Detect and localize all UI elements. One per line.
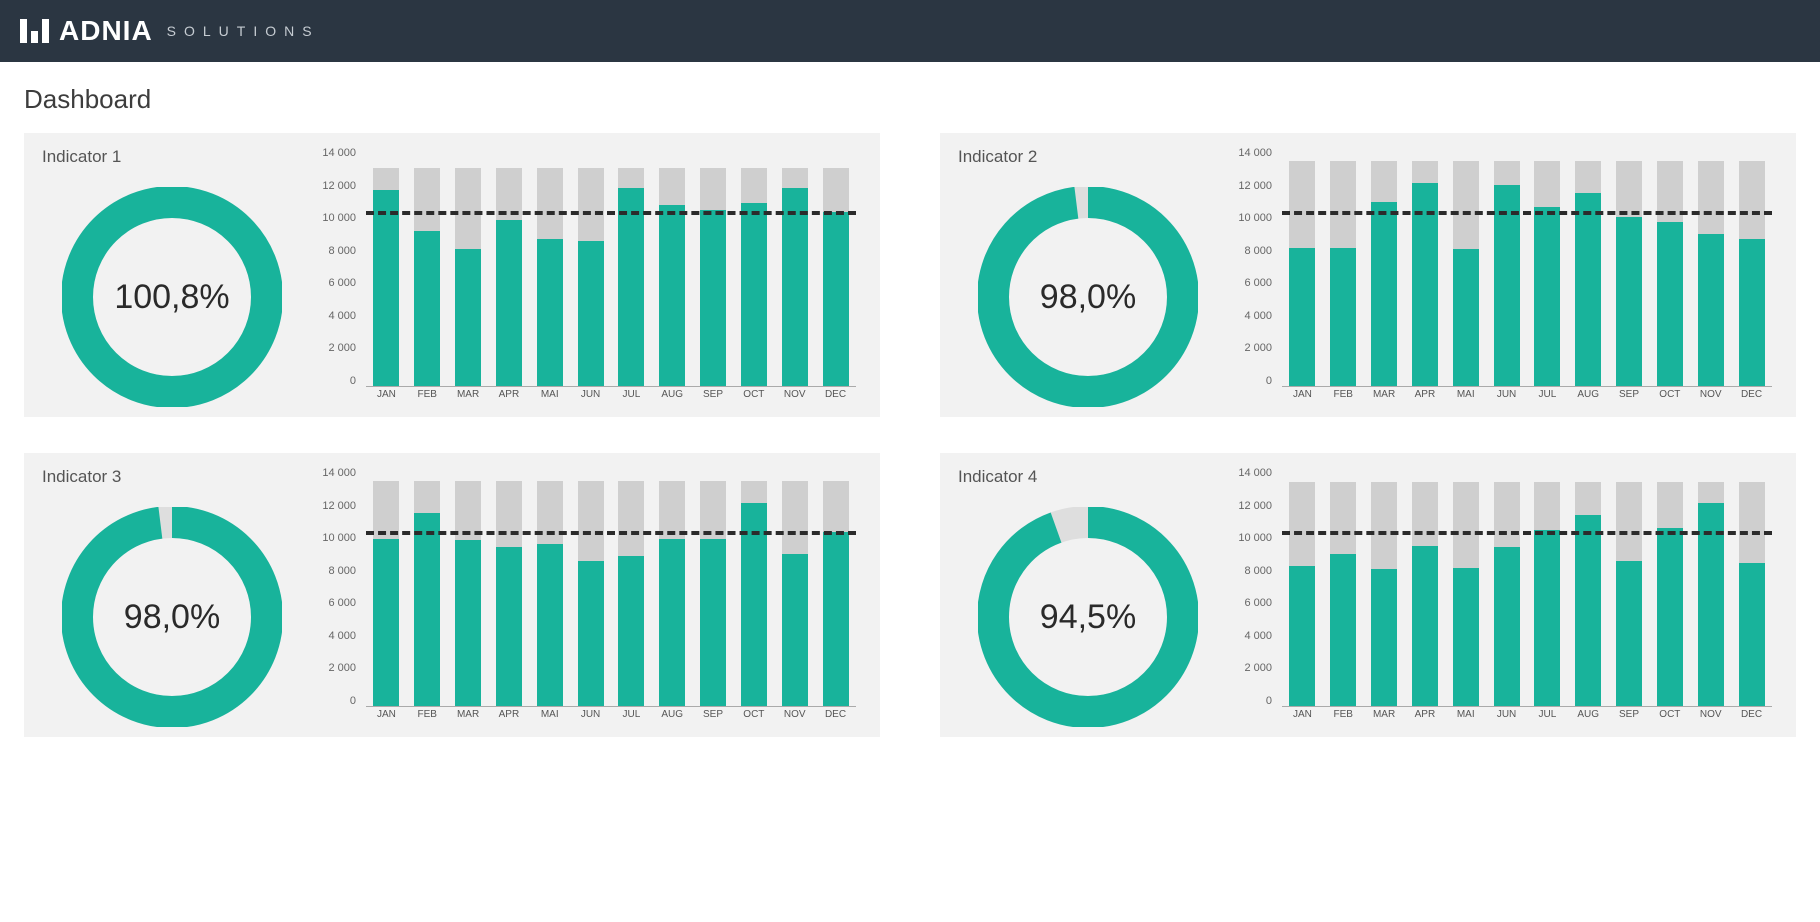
y-tick: 12 000 xyxy=(312,500,356,512)
donut-chart: 100,8% xyxy=(62,187,282,407)
y-tick: 6 000 xyxy=(312,277,356,289)
y-tick: 6 000 xyxy=(1228,597,1272,609)
donut-value: 100,8% xyxy=(62,187,282,407)
donut-value: 94,5% xyxy=(978,507,1198,727)
donut-chart: 94,5% xyxy=(978,507,1198,727)
donut-chart: 98,0% xyxy=(62,507,282,727)
app-header: ADNIA SOLUTIONS xyxy=(0,0,1820,62)
brand-sub: SOLUTIONS xyxy=(167,23,320,39)
indicator-card: Indicator 3 98,0% 14 000 12 000 10 000 8 000… xyxy=(24,453,880,737)
y-tick: 4 000 xyxy=(312,630,356,642)
bar-chart: 14 00012 00010 0008 0006 0004 0002 0000J… xyxy=(1228,147,1778,407)
donut-value: 98,0% xyxy=(62,507,282,727)
y-tick: 10 000 xyxy=(1228,212,1272,224)
indicator-title: Indicator 1 xyxy=(42,147,302,167)
y-tick: 8 000 xyxy=(1228,565,1272,577)
y-tick: 6 000 xyxy=(1228,277,1272,289)
y-tick: 2 000 xyxy=(312,342,356,354)
y-tick: 0 xyxy=(312,375,356,387)
y-axis-labels: 14 000 12 000 10 000 8 000 6 000 4 000 2 000 0 xyxy=(1228,147,1278,387)
y-tick: 14 000 xyxy=(1228,147,1272,159)
dashboard-grid: Indicator 1 100,8% 14 000 12 000 10 000 8 00… xyxy=(24,133,1796,737)
y-tick: 0 xyxy=(1228,695,1272,707)
indicator-title: Indicator 4 xyxy=(958,467,1218,487)
y-tick: 14 000 xyxy=(1228,467,1272,479)
y-tick: 4 000 xyxy=(312,310,356,322)
y-tick: 14 000 xyxy=(312,467,356,479)
y-axis-labels: 14 000 12 000 10 000 8 000 6 000 4 000 2 000 0 xyxy=(1228,467,1278,707)
donut-chart: 98,0% xyxy=(978,187,1198,407)
indicator-title: Indicator 3 xyxy=(42,467,302,487)
y-axis-labels: 14 000 12 000 10 000 8 000 6 000 4 000 2 000 0 xyxy=(312,147,362,387)
y-tick: 4 000 xyxy=(1228,630,1272,642)
y-tick: 0 xyxy=(312,695,356,707)
indicator-card: Indicator 4 94,5% 14 000 12 000 10 000 8 000… xyxy=(940,453,1796,737)
donut-panel: Indicator 2 98,0% xyxy=(958,147,1218,407)
y-axis-labels: 14 000 12 000 10 000 8 000 6 000 4 000 2 000 0 xyxy=(312,467,362,707)
y-tick: 2 000 xyxy=(312,662,356,674)
bar-chart: 14 00012 00010 0008 0006 0004 0002 0000J… xyxy=(312,467,862,727)
y-tick: 8 000 xyxy=(1228,245,1272,257)
donut-value: 98,0% xyxy=(978,187,1198,407)
y-tick: 8 000 xyxy=(312,565,356,577)
y-tick: 12 000 xyxy=(1228,180,1272,192)
indicator-title: Indicator 2 xyxy=(958,147,1218,167)
y-tick: 10 000 xyxy=(312,212,356,224)
bar-chart: 14 00012 00010 0008 0006 0004 0002 0000J… xyxy=(312,147,862,407)
y-tick: 10 000 xyxy=(312,532,356,544)
y-tick: 6 000 xyxy=(312,597,356,609)
logo-icon xyxy=(20,19,49,43)
donut-panel: Indicator 1 100,8% xyxy=(42,147,302,407)
y-tick: 8 000 xyxy=(312,245,356,257)
y-tick: 10 000 xyxy=(1228,532,1272,544)
y-tick: 14 000 xyxy=(312,147,356,159)
donut-panel: Indicator 3 98,0% xyxy=(42,467,302,727)
y-tick: 0 xyxy=(1228,375,1272,387)
brand-name: ADNIA xyxy=(59,15,153,47)
page-title: Dashboard xyxy=(24,84,1796,115)
y-tick: 12 000 xyxy=(312,180,356,192)
y-tick: 12 000 xyxy=(1228,500,1272,512)
y-tick: 2 000 xyxy=(1228,342,1272,354)
indicator-card: Indicator 2 98,0% 14 000 12 000 10 000 8 000… xyxy=(940,133,1796,417)
y-tick: 2 000 xyxy=(1228,662,1272,674)
bar-chart: 14 00012 00010 0008 0006 0004 0002 0000J… xyxy=(1228,467,1778,727)
y-tick: 4 000 xyxy=(1228,310,1272,322)
indicator-card: Indicator 1 100,8% 14 000 12 000 10 000 8 00… xyxy=(24,133,880,417)
donut-panel: Indicator 4 94,5% xyxy=(958,467,1218,727)
